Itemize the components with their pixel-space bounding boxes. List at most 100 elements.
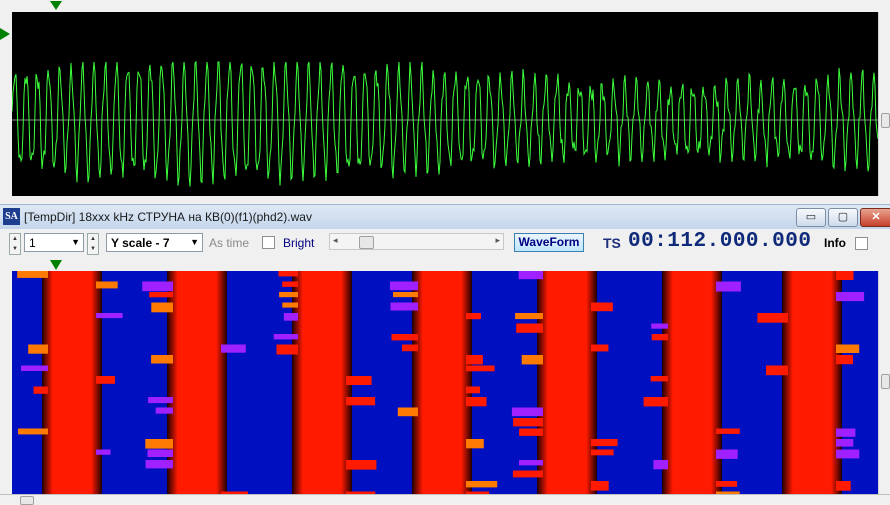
spectrogram-block <box>519 460 543 466</box>
spectrogram-block <box>653 460 668 470</box>
spectrogram-band <box>782 271 842 494</box>
horizontal-scrollbar[interactable] <box>0 494 890 505</box>
spectrogram-display[interactable] <box>12 271 878 494</box>
scroll-right-icon[interactable]: ▸ <box>495 235 500 246</box>
spectrogram-block <box>33 386 48 394</box>
spectrogram-band <box>412 271 472 494</box>
channel-select[interactable]: 1 ▼ <box>24 233 84 252</box>
spectrogram-block <box>836 271 854 280</box>
spectrogram-block <box>151 355 173 364</box>
waveform-vertical-scrollbar[interactable] <box>878 12 890 196</box>
spectrogram-block <box>21 365 48 371</box>
spectrogram-block <box>757 313 788 323</box>
info-checkbox[interactable] <box>855 237 868 250</box>
spectrogram-block <box>650 376 668 382</box>
position-scrollbar[interactable]: ◂ ▸ <box>329 233 504 250</box>
info-label: Info <box>824 236 846 250</box>
spectrogram-band <box>292 271 352 494</box>
spectrogram-block <box>511 407 543 417</box>
scrollbar-thumb[interactable] <box>881 374 890 389</box>
spectrogram-block <box>390 302 418 311</box>
spectrogram-block <box>273 334 298 340</box>
window-titlebar[interactable]: SA [TempDir] 18xxx kHz СТРУНА на КВ(0)(f… <box>0 204 890 229</box>
spectrogram-block <box>282 281 298 287</box>
minimize-button[interactable]: ▭ <box>796 208 826 227</box>
yscale-select[interactable]: Y scale - 7 ▼ <box>106 233 203 252</box>
spectrogram-block <box>466 481 498 488</box>
spectrogram-block <box>276 344 298 355</box>
spectrogram-block <box>466 365 495 372</box>
scrollbar-thumb[interactable] <box>359 236 374 249</box>
close-button[interactable]: ✕ <box>860 208 890 227</box>
spectrogram-block <box>591 344 609 352</box>
level-marker-icon[interactable] <box>0 28 10 40</box>
spectrogram-block <box>716 281 741 292</box>
chevron-down-icon: ▼ <box>71 237 80 247</box>
spectrogram-block <box>155 407 173 414</box>
spectrogram-block <box>512 470 543 478</box>
spectrogram-block <box>466 386 480 394</box>
spectrogram-band <box>537 271 597 494</box>
spectrogram-block <box>145 460 173 469</box>
spectrogram-block <box>521 355 543 365</box>
spectrogram-block <box>766 365 788 376</box>
spectrogram-marker-icon[interactable] <box>50 260 62 270</box>
spectrogram-block <box>716 449 738 459</box>
yscale-select-value: Y scale - 7 <box>111 236 170 250</box>
channel-select-value: 1 <box>29 236 36 250</box>
spectrogram-block <box>28 344 48 354</box>
spectrogram-block <box>96 376 115 384</box>
waveform-button[interactable]: WaveForm <box>514 233 584 252</box>
waveform-line <box>11 60 879 187</box>
spectrogram-block <box>515 313 543 320</box>
spectrogram-block <box>716 428 740 434</box>
window-title: [TempDir] 18xxx kHz СТРУНА на КВ(0)(f1)(… <box>24 210 312 224</box>
spectrogram-block <box>283 313 298 321</box>
chevron-down-icon: ▼ <box>190 237 199 247</box>
maximize-button[interactable]: ▢ <box>828 208 858 227</box>
waveform-trace <box>11 60 879 187</box>
spectrogram-block <box>836 292 865 302</box>
spectrogram-block <box>466 397 487 407</box>
spectrogram-image <box>12 271 878 494</box>
channel-spinner[interactable]: ▲ ▼ <box>9 233 21 255</box>
spectrogram-block <box>643 397 668 407</box>
time-marker-icon[interactable] <box>50 0 62 10</box>
spectrogram-block <box>393 292 418 298</box>
spectrogram-block <box>346 460 377 470</box>
spectrogram-band <box>167 271 227 494</box>
spectrogram-block <box>142 281 173 292</box>
scrollbar-thumb[interactable] <box>881 113 890 128</box>
spectrogram-block <box>96 281 118 289</box>
spectrogram-block <box>591 439 618 447</box>
spectrogram-block <box>836 439 854 447</box>
spectrogram-block <box>836 428 856 437</box>
waveform-panel <box>0 0 890 198</box>
as-time-checkbox[interactable] <box>262 236 275 249</box>
spectrogram-block <box>151 302 173 313</box>
spectrogram-block <box>466 439 484 449</box>
spectrogram-block <box>591 302 613 312</box>
waveform-display[interactable] <box>11 12 879 196</box>
spectrogram-block <box>716 481 738 487</box>
spectrogram-block <box>278 271 298 277</box>
ts-label: TS <box>603 235 621 251</box>
spectrogram-block <box>149 292 173 298</box>
spectrogram-block <box>279 292 298 298</box>
spectrogram-block <box>148 397 173 404</box>
spectrogram-block <box>651 323 668 329</box>
spectrogram-block <box>402 344 418 352</box>
scroll-left-icon[interactable]: ◂ <box>333 235 338 246</box>
spectrogram-band <box>662 271 722 494</box>
spectrogram-block <box>519 428 543 436</box>
spectrogram-block <box>651 334 668 341</box>
spectrogram-vertical-scrollbar[interactable] <box>878 271 890 494</box>
spectrogram-block <box>836 344 860 353</box>
spectrogram-block <box>836 481 851 491</box>
spectrogram-block <box>147 449 173 457</box>
spectrogram-block <box>516 323 543 333</box>
timestamp-value: 00:112.000.000 <box>628 230 812 253</box>
yscale-spinner[interactable]: ▲ ▼ <box>87 233 99 255</box>
spectrogram-block <box>18 428 48 435</box>
app-icon: SA <box>3 208 20 225</box>
